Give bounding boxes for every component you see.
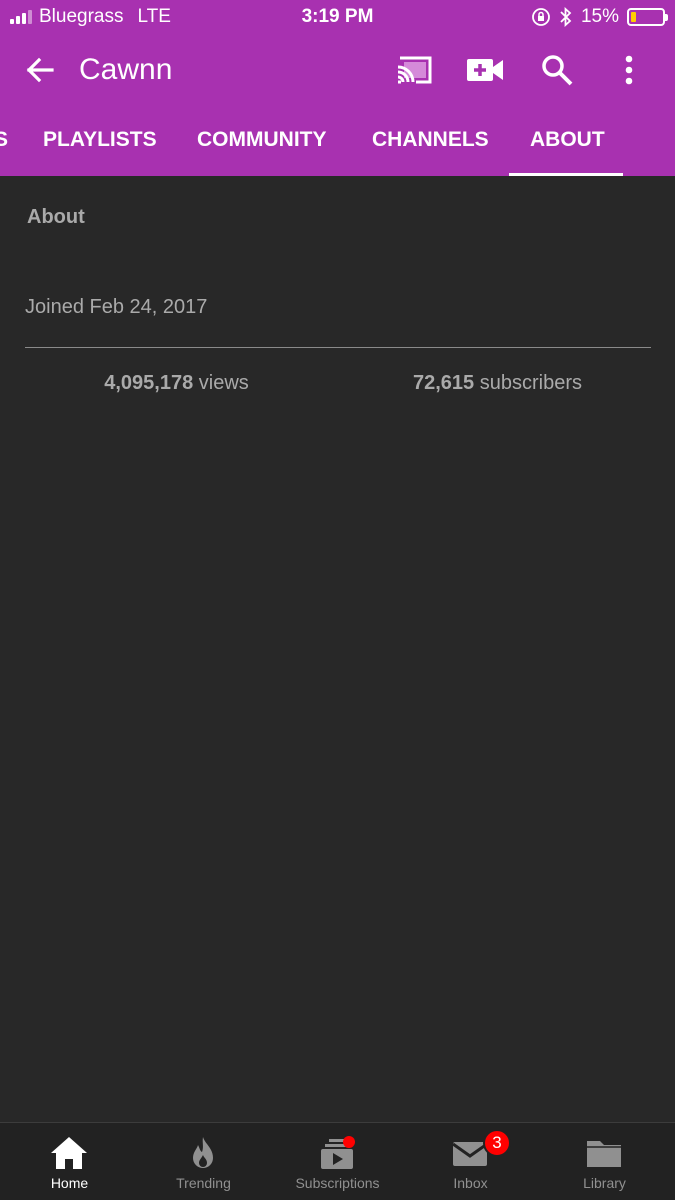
bottom-nav: Home Trending Subscriptions 3 Inbox Libr… [0,1122,675,1200]
views-count: 4,095,178 [104,372,194,394]
views-stat: 4,095,178 views [25,372,328,395]
tab-playlists[interactable]: PLAYLISTS [43,104,157,176]
nav-trending[interactable]: Trending [136,1123,271,1200]
status-right: 15% [531,6,668,28]
subscriptions-new-dot [343,1136,355,1148]
channel-tabs: S PLAYLISTS COMMUNITY CHANNELS ABOUT [0,104,675,176]
nav-trending-label: Trending [176,1175,231,1191]
upload-video-button[interactable] [463,48,507,92]
home-icon [51,1137,87,1169]
cast-icon [397,56,432,84]
add-video-icon [467,59,503,81]
nav-inbox[interactable]: 3 Inbox [403,1123,538,1200]
battery-icon [627,8,668,26]
library-folder-icon [587,1141,621,1167]
status-bar: Bluegrass LTE 3:19 PM 15% [0,0,675,36]
more-vert-icon [625,55,633,85]
bluetooth-icon [560,7,572,27]
nav-library-label: Library [583,1175,626,1191]
nav-subscriptions[interactable]: Subscriptions [270,1123,405,1200]
more-options-button[interactable] [607,48,651,92]
orientation-lock-icon [532,8,550,26]
search-icon [542,55,573,86]
tab-community[interactable]: COMMUNITY [197,104,327,176]
back-arrow-icon [26,57,54,83]
inbox-badge: 3 [483,1129,511,1157]
subscribers-label: subscribers [474,372,582,394]
tab-about[interactable]: ABOUT [530,104,605,176]
about-heading: About [27,206,85,228]
battery-level [631,12,636,22]
nav-home-label: Home [50,1175,89,1191]
joined-date: Joined Feb 24, 2017 [25,296,208,318]
back-button[interactable] [20,50,60,90]
subscribers-count: 72,615 [413,372,475,394]
tab-videos-partial[interactable]: S [0,104,8,176]
views-label: views [193,372,249,394]
search-button[interactable] [535,48,579,92]
battery-percent: 15% [580,6,619,27]
tab-channels[interactable]: CHANNELS [372,104,489,176]
channel-title: Cawnn [79,53,173,86]
nav-inbox-label: Inbox [453,1175,488,1191]
active-tab-indicator [509,173,623,176]
subscribers-stat: 72,615 subscribers [346,372,649,395]
app-bar: Cawnn [0,36,675,104]
nav-home[interactable]: Home [2,1123,137,1200]
nav-subscriptions-label: Subscriptions [295,1175,380,1191]
trending-flame-icon [193,1137,213,1168]
divider [25,347,651,348]
cast-button[interactable] [392,48,436,92]
nav-library[interactable]: Library [537,1123,672,1200]
